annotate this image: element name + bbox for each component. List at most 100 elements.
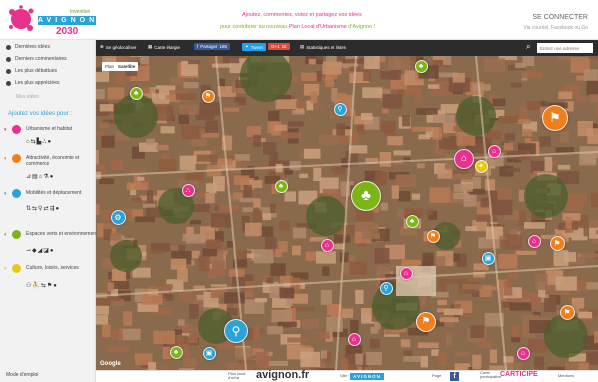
category-urbanisme-glyphs[interactable]: ⌂⇆▙⛬●	[26, 138, 52, 146]
map-type-toggle[interactable]: Plan Satellite	[102, 62, 139, 71]
sidebar-item-derniers-commentaires[interactable]: Derniers commentaires	[6, 56, 67, 62]
map-type-satellite[interactable]: Satellite	[118, 64, 135, 69]
category-attractivite-glyphs[interactable]: ⊿▤⌂⚗●	[26, 173, 54, 180]
twitter-icon: ✦	[245, 44, 249, 49]
facebook-page-icon[interactable]: f	[450, 372, 459, 381]
mentions-link[interactable]: Mentions	[558, 373, 574, 378]
map-marker-house[interactable]: ⌂	[527, 234, 541, 248]
map-marker-tree[interactable]: ♣	[169, 345, 183, 359]
map-marker-tree[interactable]: ♣	[414, 59, 428, 73]
tweet-label: Tweet	[250, 44, 263, 50]
map-marker-museum[interactable]: ⛬	[181, 183, 195, 197]
map-marker-house[interactable]: ⌂	[454, 149, 474, 169]
mode-emploi-link[interactable]: Mode d'emploi	[6, 372, 38, 378]
gplus-count: 15	[281, 44, 287, 49]
logo-splash-icon	[9, 5, 34, 31]
expand-map-button[interactable]: ▦ Carte élargie	[148, 44, 180, 50]
map-marker-culture[interactable]: ✦	[474, 159, 488, 173]
bullet-icon	[6, 56, 11, 62]
map-marker-bike[interactable]: ⚙	[110, 209, 126, 225]
address-search-input[interactable]	[537, 43, 593, 53]
bullet-icon	[6, 68, 11, 74]
facebook-share-count: 185	[219, 44, 228, 49]
logo-year: 2030	[56, 26, 79, 37]
header: Invention AVIGNON 2030 Ajoutez, commente…	[0, 0, 598, 40]
arrow-icon: ▾	[4, 266, 7, 272]
sidebar-item-label: Dernières idées	[15, 44, 51, 50]
map-marker-pedestrian[interactable]: ⚲	[379, 281, 393, 295]
sidebar-item-dernieres-idees[interactable]: Dernières idées	[6, 44, 50, 50]
map-marker-building[interactable]: ⚑	[559, 304, 575, 320]
logo-city: AVIGNON	[38, 16, 99, 25]
category-culture-glyphs[interactable]: ⚇⛹⇆⚑●	[26, 282, 58, 289]
category-urbanisme-icon	[12, 125, 21, 134]
category-espaces-verts-glyphs[interactable]: ⇀◆◢◪●	[26, 247, 55, 254]
category-espaces-verts-icon	[12, 230, 21, 239]
connect-button[interactable]: SE CONNECTER	[532, 14, 588, 21]
map-marker-pedestrian-large[interactable]: ⚲	[224, 319, 248, 343]
tagline-line1: Ajoutez, commentez, votez et partagez vo…	[242, 12, 362, 18]
map-marker-building[interactable]: ⚑	[549, 235, 565, 251]
map-marker-house[interactable]: ⌂	[347, 332, 361, 346]
carticipe-link[interactable]: CARTICIPE	[500, 371, 538, 378]
category-label: Culture, loisirs, services	[26, 265, 79, 271]
sidebar-item-plus-debattues[interactable]: Les plus débattues	[6, 68, 57, 74]
connect-subtitle: Via courriel, Facebook ou Go	[523, 25, 588, 31]
gplus-button[interactable]: G+1 15	[268, 43, 290, 50]
map-marker-tree[interactable]: ♣	[405, 214, 419, 228]
sidebar-item-plus-appreciees[interactable]: Les plus appréciées	[6, 80, 59, 86]
sidebar-item-label: Derniers commentaires	[15, 56, 67, 62]
map-marker-bus[interactable]: ▣	[481, 251, 495, 265]
sidebar-item-mes-idees[interactable]: Mes idées	[16, 94, 39, 100]
facebook-share-label: Partager	[200, 44, 218, 49]
arrow-icon: ▾	[4, 232, 7, 238]
map-icon: ▦	[148, 44, 153, 49]
map-marker-house[interactable]: ⌂	[516, 346, 530, 360]
expand-map-label: Carte élargie	[154, 44, 181, 50]
facebook-share-button[interactable]: f Partager 185	[194, 43, 231, 50]
map-type-plan[interactable]: Plan	[105, 64, 114, 69]
footer-ville-label: Ville	[340, 373, 348, 378]
category-mobilites-icon	[12, 189, 21, 198]
map-marker-bus[interactable]: ▣	[202, 346, 216, 360]
arrow-icon: ▾	[4, 156, 7, 162]
footer-avignon-logo[interactable]: AVIGNON	[350, 373, 384, 380]
search-icon[interactable]: ⌕	[526, 42, 530, 52]
map-marker-tree[interactable]: ♣	[129, 86, 143, 100]
footer-carte-label: Carte participative	[480, 370, 502, 379]
map-marker-pedestrian[interactable]: ⚲	[333, 102, 347, 116]
category-mobilites-glyphs[interactable]: ⇅⇆⚲⇄⇶●	[26, 205, 60, 212]
map-marker-house[interactable]: ⌂	[399, 266, 413, 280]
stats-label: Statistiques et listes	[306, 44, 347, 50]
satellite-map[interactable]: Plan Satellite ♣ ⚲ ♣ ⚑ ⚑ ⌂ ⌂ ✦ ⛬ ♣ ⚙ ♣ ♣ ⚑ ⌂ ▣ ⌂ ⚑ ⚲ ⚑ ⌂ ⚲ ♣ ▣ ⌂…	[96, 56, 598, 370]
map-marker-building[interactable]: ⚑	[542, 105, 568, 131]
tweet-button[interactable]: ✦ Tweet	[242, 43, 266, 51]
footer-avignon-link[interactable]: avignon.fr	[256, 369, 309, 381]
bullet-icon	[6, 44, 11, 50]
geolocate-button[interactable]: ⊕ Se géolocaliser	[100, 44, 137, 50]
map-marker-house[interactable]: ⌂	[487, 144, 501, 158]
category-culture-icon	[12, 264, 21, 273]
crosshair-icon: ⊕	[100, 44, 104, 49]
footer: Plan local d'urba avignon.fr Ville AVIGN…	[96, 369, 598, 382]
add-ideas-heading: Ajoutez vos idées pour :	[8, 111, 73, 117]
category-label: Attractivité, économie et commerce	[26, 155, 80, 167]
map-marker-tree[interactable]: ♣	[274, 179, 288, 193]
map-marker-building[interactable]: ⚑	[416, 312, 436, 332]
map-marker-tree-large[interactable]: ♣	[351, 181, 381, 211]
map-toolbar: ⊕ Se géolocaliser ▦ Carte élargie f Part…	[96, 40, 598, 56]
arrow-icon: ▾	[4, 191, 7, 197]
logo-tag: Invention	[70, 9, 91, 15]
stats-button[interactable]: ▤ Statistiques et listes	[300, 44, 346, 50]
sidebar-item-label: Les plus appréciées	[15, 80, 60, 86]
map-marker-building[interactable]: ⚑	[201, 89, 215, 103]
arrow-icon: ▾	[4, 127, 7, 133]
map-marker-building[interactable]: ⚑	[426, 229, 440, 243]
aerial-city-view	[96, 56, 598, 370]
gplus-label: G+1	[271, 44, 280, 49]
category-attractivite-icon	[12, 154, 21, 163]
footer-plan-label: Plan local d'urba	[228, 371, 246, 380]
bullet-icon	[6, 80, 11, 86]
map-marker-house[interactable]: ⌂	[320, 238, 334, 252]
sidebar: Dernières idées Derniers commentaires Le…	[0, 40, 97, 382]
